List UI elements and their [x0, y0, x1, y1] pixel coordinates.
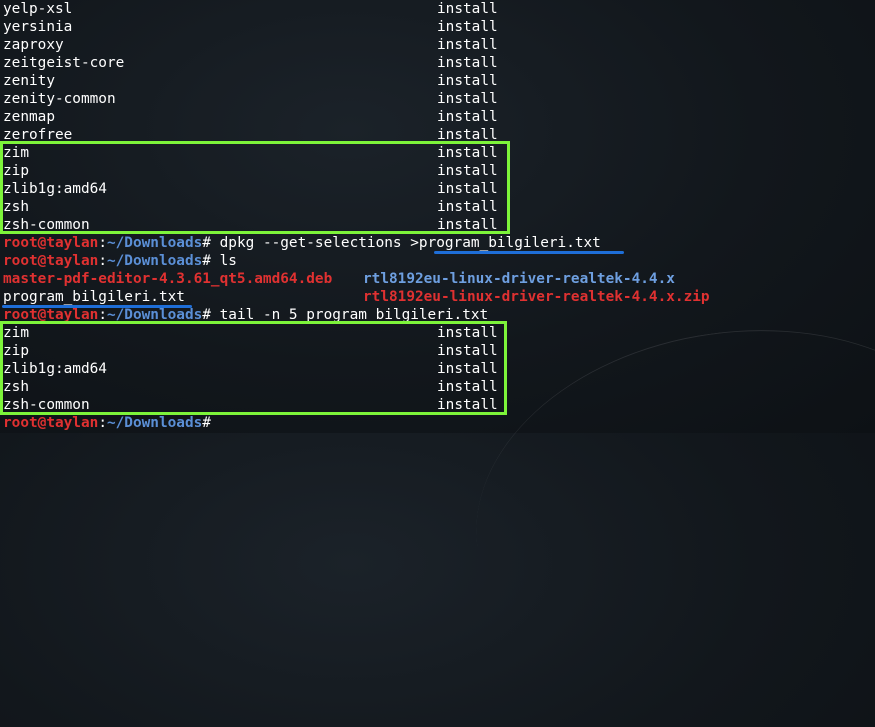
package-row: zenity install [3, 73, 498, 89]
zip-file: rtl8192eu-linux-driver-realtek-4.4.x.zip [363, 289, 710, 305]
highlight-box-tail [0, 321, 507, 415]
txt-file: program_bilgileri.txt [3, 289, 185, 305]
command-line: root@taylan:~/Downloads# ls [3, 253, 237, 269]
underline-txt-file [2, 305, 192, 308]
command-line: root@taylan:~/Downloads# dpkg --get-sele… [3, 235, 601, 251]
package-row: zeitgeist-core install [3, 55, 498, 71]
background-arc [452, 297, 875, 727]
underline-output-file [434, 251, 624, 254]
prompt-user-host: root@taylan [3, 235, 99, 251]
package-row: yelp-xsl install [3, 1, 498, 17]
command-text: ls [219, 253, 237, 269]
package-row: zenity-common install [3, 91, 498, 107]
deb-file: master-pdf-editor-4.3.61_qt5.amd64.deb [3, 271, 333, 287]
prompt-path: ~/Downloads [106, 235, 203, 251]
driver-directory: rtl8192eu-linux-driver-realtek-4.4.x [363, 271, 675, 287]
active-prompt[interactable]: root@taylan:~/Downloads# [3, 414, 220, 432]
package-row: zaproxy install [3, 37, 498, 53]
output-file-name: program_bilgileri.txt [418, 235, 601, 251]
highlight-box-top [0, 141, 510, 234]
package-row: yersinia install [3, 19, 498, 35]
ls-output-row: program_bilgileri.txt [3, 288, 185, 306]
package-row: zenmap install [3, 109, 498, 125]
command-text: dpkg --get-selections > [219, 235, 419, 251]
ls-output-row: master-pdf-editor-4.3.61_qt5.amd64.deb [3, 270, 332, 288]
